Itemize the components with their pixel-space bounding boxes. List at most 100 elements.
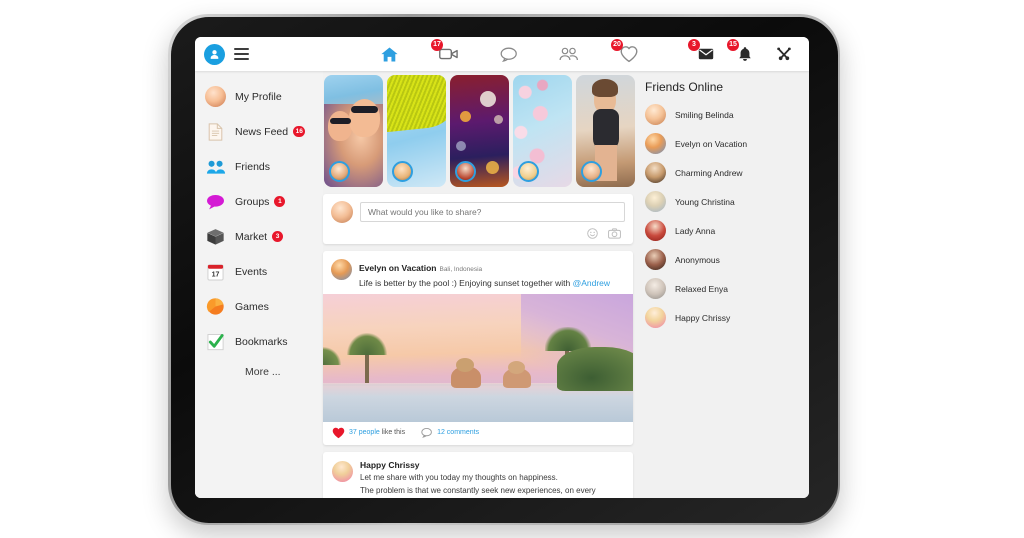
story-avatar-icon	[455, 161, 476, 182]
post-author-name[interactable]: Evelyn on Vacation	[359, 263, 436, 273]
stories-strip	[323, 75, 635, 187]
sidebar-item-groups[interactable]: Groups 1	[195, 184, 323, 219]
svg-text:17: 17	[212, 270, 220, 278]
friend-name: Lady Anna	[675, 225, 716, 236]
friend-name: Anonymous	[675, 254, 720, 265]
friend-list-item[interactable]: Smiling Belinda	[645, 100, 809, 129]
sidebar-item-games[interactable]: Games	[195, 289, 323, 324]
post-comments[interactable]: 12 comments	[421, 427, 479, 438]
post-card: Evelyn on Vacation Bali, Indonesia Life i…	[323, 251, 633, 445]
friend-list-item[interactable]: Relaxed Enya	[645, 274, 809, 303]
speech-bubble-icon	[205, 191, 226, 212]
friends-online-panel: Friends Online Smiling Belinda Evelyn on…	[633, 71, 809, 498]
heart-filled-icon	[332, 427, 345, 438]
composer-row	[331, 201, 625, 223]
nav-mail-icon[interactable]: 3	[688, 38, 717, 65]
sidebar-item-bookmarks[interactable]: Bookmarks	[195, 324, 323, 359]
comments-text: 12 comments	[437, 429, 480, 437]
avatar	[645, 278, 666, 299]
avatar	[645, 133, 666, 154]
friend-list-item[interactable]: Charming Andrew	[645, 158, 809, 187]
nav-video-icon[interactable]: 17	[431, 38, 460, 65]
app-header: 17 20 3 15	[195, 37, 809, 71]
sidebar-label: Games	[235, 300, 269, 313]
story-avatar-icon	[518, 161, 539, 182]
post-image[interactable]	[323, 293, 633, 422]
emoji-smiley-icon[interactable]	[587, 228, 598, 239]
friend-name: Evelyn on Vacation	[675, 138, 748, 149]
story-avatar-icon	[329, 161, 350, 182]
nav-messages-icon[interactable]	[498, 44, 520, 65]
share-input[interactable]	[360, 202, 625, 222]
post-meta: Evelyn on Vacation Bali, Indonesia Life i…	[359, 258, 610, 289]
sidebar-label: Groups 1	[235, 196, 286, 208]
notifications-badge: 15	[727, 38, 739, 51]
people-icon	[205, 156, 226, 177]
sidebar-more-label: More ...	[245, 366, 281, 378]
nav-notifications-icon[interactable]: 15	[727, 38, 756, 65]
sidebar-item-market[interactable]: Market 3	[195, 219, 323, 254]
post-footer: 37 people like this 12 comments	[323, 422, 633, 445]
sidebar-item-more[interactable]: More ...	[195, 359, 323, 385]
sidebar-badge: 16	[293, 126, 306, 138]
post-card: Happy Chrissy Let me share with you toda…	[323, 451, 633, 498]
sidebar-badge: 3	[272, 231, 284, 243]
news-feed-column: Evelyn on VacationBali, Indonesia Life i…	[323, 71, 635, 498]
sidebar-item-my-profile[interactable]: My Profile	[195, 79, 323, 114]
box-icon	[205, 226, 226, 247]
post-author-name[interactable]: Happy Chrissy	[360, 460, 597, 470]
checkmark-icon	[205, 331, 226, 352]
story-card[interactable]	[324, 75, 383, 187]
friend-list-item[interactable]: Anonymous	[645, 245, 809, 274]
comment-bubble-icon	[421, 428, 432, 438]
post-composer	[323, 194, 633, 244]
friend-list-item[interactable]: Happy Chrissy	[645, 303, 809, 332]
friend-name: Happy Chrissy	[675, 312, 731, 323]
sidebar-label: Events	[235, 265, 268, 278]
hamburger-menu-icon[interactable]	[234, 48, 249, 60]
post-line: The problem is that we constantly seek n…	[360, 485, 596, 495]
nav-settings-tools-icon[interactable]	[773, 44, 795, 65]
sidebar: My Profile News Feed 16 Friends Groups 1…	[195, 71, 323, 498]
avatar	[645, 307, 666, 328]
tablet-screen: 17 20 3 15 My Profile News Feed 16 Frien…	[195, 37, 809, 498]
post-text: Life is better by the pool :) Enjoying s…	[359, 278, 611, 288]
story-card[interactable]	[450, 75, 509, 187]
avatar	[645, 249, 666, 270]
post-likes[interactable]: 37 people like this	[332, 427, 405, 439]
avatar	[645, 104, 666, 125]
friend-list-item[interactable]: Lady Anna	[645, 216, 809, 245]
sidebar-label: Friends	[235, 160, 271, 173]
friend-list-item[interactable]: Young Christina	[645, 187, 809, 216]
sidebar-item-friends[interactable]: Friends	[195, 149, 323, 184]
calendar-icon: 17	[205, 261, 226, 282]
avatar	[645, 162, 666, 183]
story-card[interactable]	[576, 75, 635, 187]
post-author-avatar[interactable]	[331, 259, 352, 280]
post-location: Bali, Indonesia	[439, 266, 483, 273]
post-author-avatar[interactable]	[332, 460, 353, 482]
post-mention-link[interactable]: @Andrew	[573, 278, 610, 288]
friend-list-item[interactable]: Evelyn on Vacation	[645, 129, 809, 158]
likes-text: 37 people like this	[349, 429, 406, 437]
post-body: Happy Chrissy Let me share with you toda…	[360, 460, 597, 498]
sidebar-item-news-feed[interactable]: News Feed 16	[195, 114, 323, 149]
story-avatar-icon	[581, 161, 602, 182]
user-avatar-icon[interactable]	[204, 43, 225, 65]
nav-likes-icon[interactable]: 20	[611, 38, 640, 65]
header-right-group: 3 15	[688, 38, 809, 65]
nav-friends-icon[interactable]	[558, 44, 580, 65]
friends-online-title: Friends Online	[645, 80, 724, 94]
avatar	[645, 191, 666, 212]
friend-name: Charming Andrew	[675, 167, 743, 178]
nav-home-icon[interactable]	[378, 44, 400, 65]
post-author-line: Evelyn on Vacation Bali, Indonesia	[359, 258, 610, 276]
story-card[interactable]	[387, 75, 446, 187]
tablet-device-frame: 17 20 3 15 My Profile News Feed 16 Frien…	[168, 14, 840, 525]
story-avatar-icon	[392, 161, 413, 182]
sidebar-badge: 1	[274, 196, 286, 208]
camera-icon[interactable]	[608, 228, 621, 239]
friend-name: Relaxed Enya	[675, 283, 728, 294]
story-card[interactable]	[513, 75, 572, 187]
sidebar-item-events[interactable]: 17 Events	[195, 254, 323, 289]
